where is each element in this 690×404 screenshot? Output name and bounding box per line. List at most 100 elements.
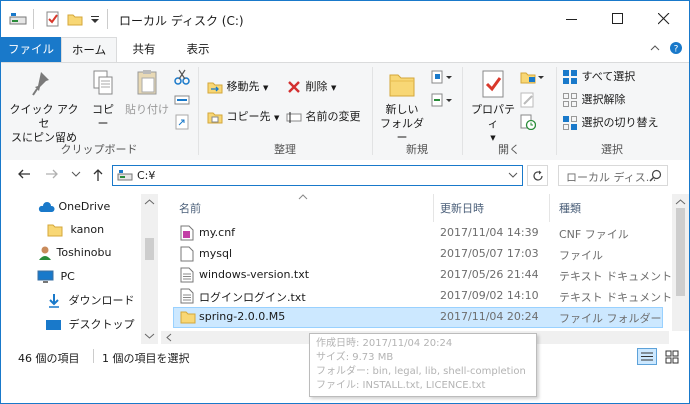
copy-button[interactable]: コピー [87, 69, 119, 131]
scroll-thumb[interactable] [676, 208, 685, 296]
copy-to-button[interactable]: コピー先 ▼ [207, 107, 279, 127]
address-dropdown-icon[interactable] [508, 169, 518, 184]
nav-item-downloads[interactable]: ダウンロード [47, 290, 135, 312]
pin-quick-access-button[interactable]: クイック アクセ スにピン留め [7, 69, 81, 145]
tab-view[interactable]: 表示 [171, 37, 225, 62]
scroll-thumb[interactable] [145, 238, 154, 260]
column-header-type[interactable]: 種類 [559, 200, 581, 216]
properties-qa-icon[interactable] [45, 11, 61, 27]
history-icon[interactable] [520, 114, 537, 133]
scroll-left-icon[interactable] [163, 331, 175, 344]
svg-text:?: ? [674, 45, 679, 55]
select-none-label: 選択解除 [581, 93, 626, 106]
new-folder-label: 新しい フォルダー [380, 103, 424, 144]
copy-label: コピー [92, 103, 114, 130]
help-icon[interactable]: ? [667, 41, 685, 59]
recent-locations-button[interactable] [67, 168, 85, 186]
invert-selection-button[interactable]: 選択の切り替え [562, 113, 659, 133]
new-folder-qa-icon[interactable] [67, 11, 83, 27]
tab-file[interactable]: ファイル [1, 37, 61, 62]
text-file-icon [180, 288, 194, 304]
file-modified: 2017/05/07 17:03 [440, 247, 539, 260]
tab-share[interactable]: 共有 [117, 37, 171, 62]
copy-icon [93, 70, 113, 95]
explorer-window: ローカル ディスク (C:) ファイル ホーム 共有 表示 ? クイック アクセ… [0, 0, 690, 404]
dropdown-arrow-icon: ▼ [263, 84, 269, 92]
delete-label: 削除 [305, 80, 328, 93]
qa-customize-icon[interactable] [89, 11, 101, 27]
search-input[interactable]: ローカル ディス... [558, 165, 668, 186]
chevron-down-icon [71, 171, 81, 177]
cnf-file-icon [180, 225, 194, 241]
back-button[interactable] [15, 168, 33, 186]
select-none-icon [563, 93, 577, 107]
move-to-button[interactable]: 移動先 ▼ [207, 77, 268, 97]
address-bar[interactable]: C:¥ [112, 165, 523, 186]
refresh-button[interactable] [527, 165, 548, 186]
nav-item-pc[interactable]: PC [37, 266, 75, 288]
cut-icon[interactable] [174, 69, 190, 88]
delete-button[interactable]: 削除 ▼ [286, 77, 336, 97]
tooltip-folders: フォルダー: bin, legal, lib, shell-completion [316, 366, 526, 377]
ribbon: クイック アクセ スにピン留め コピー 貼り付け クリップボード 移動先 ▼ コ… [1, 62, 689, 161]
column-header-name[interactable]: 名前 [179, 200, 201, 216]
new-folder-icon [389, 74, 415, 97]
nav-item-label: ダウンロード [68, 294, 135, 307]
scroll-up-icon[interactable] [141, 196, 158, 208]
text-file-icon [180, 267, 194, 283]
nav-item-label: デスクトップ [68, 318, 135, 331]
file-icon [180, 246, 194, 262]
paste-shortcut-icon[interactable] [174, 114, 190, 133]
copy-path-icon[interactable] [174, 92, 190, 111]
file-row[interactable]: my.cnf 2017/11/04 14:39 CNF ファイル [173, 223, 663, 244]
nav-item-label: PC [60, 270, 75, 283]
close-button[interactable] [641, 1, 687, 37]
select-all-button[interactable]: すべて選択 [562, 67, 635, 87]
file-row[interactable]: windows-version.txt 2017/05/26 21:44 テキス… [173, 265, 672, 286]
scroll-up-icon[interactable] [672, 196, 689, 208]
rename-icon [286, 112, 302, 123]
details-view-button[interactable] [637, 348, 657, 365]
tab-home[interactable]: ホーム [61, 37, 117, 62]
navigation-pane: OneDrive kanon Toshinobu PC ダウンロード デスクトッ… [1, 194, 158, 344]
tooltip-created: 作成日時: 2017/11/04 20:24 [316, 338, 453, 349]
file-name: windows-version.txt [199, 268, 310, 281]
item-count: 46 個の項目 [18, 352, 80, 365]
nav-item-kanon[interactable]: kanon [47, 219, 104, 241]
file-list-scrollbar[interactable] [672, 194, 689, 331]
open-icon[interactable] [520, 69, 546, 88]
collapse-ribbon-icon[interactable] [646, 41, 664, 59]
nav-item-user[interactable]: Toshinobu [37, 242, 112, 264]
rename-button[interactable]: 名前の変更 [286, 107, 361, 127]
maximize-button[interactable] [595, 1, 641, 37]
file-row[interactable]: mysql 2017/05/07 17:03 ファイル [173, 244, 663, 265]
desktop-icon [46, 320, 61, 330]
scroll-down-icon[interactable] [141, 330, 158, 342]
file-name: ログインログイン.txt [199, 291, 306, 304]
forward-button[interactable] [43, 168, 61, 186]
easy-access-icon[interactable] [431, 92, 455, 111]
nav-item-desktop[interactable]: デスクトップ [45, 314, 135, 336]
properties-button[interactable]: プロパティ ▼ [467, 69, 519, 145]
paste-button[interactable]: 貼り付け [125, 69, 169, 117]
nav-item-onedrive[interactable]: OneDrive [37, 196, 110, 218]
edit-icon[interactable] [520, 92, 536, 111]
file-type: テキスト ドキュメント [559, 270, 673, 283]
drive-icon [117, 169, 133, 186]
qa-separator [107, 9, 108, 29]
file-row-selected[interactable]: spring-2.0.0.M5 2017/11/04 20:24 ファイル フォ… [173, 307, 663, 328]
forward-arrow-icon [46, 169, 58, 179]
up-button[interactable] [89, 168, 107, 186]
column-header-modified[interactable]: 更新日時 [440, 200, 484, 216]
new-item-icon[interactable] [431, 69, 455, 88]
column-divider[interactable] [549, 194, 550, 222]
nav-pane-scrollbar[interactable] [141, 194, 158, 344]
file-row[interactable]: ログインログイン.txt 2017/09/02 14:10 テキスト ドキュメン… [173, 286, 672, 307]
column-divider[interactable] [433, 194, 434, 222]
select-none-button[interactable]: 選択解除 [562, 90, 626, 110]
large-icons-view-button[interactable] [663, 348, 681, 365]
minimize-button[interactable] [549, 1, 595, 37]
file-name: spring-2.0.0.M5 [199, 310, 286, 323]
new-folder-button[interactable]: 新しい フォルダー [377, 69, 427, 145]
file-type: CNF ファイル [559, 228, 629, 241]
